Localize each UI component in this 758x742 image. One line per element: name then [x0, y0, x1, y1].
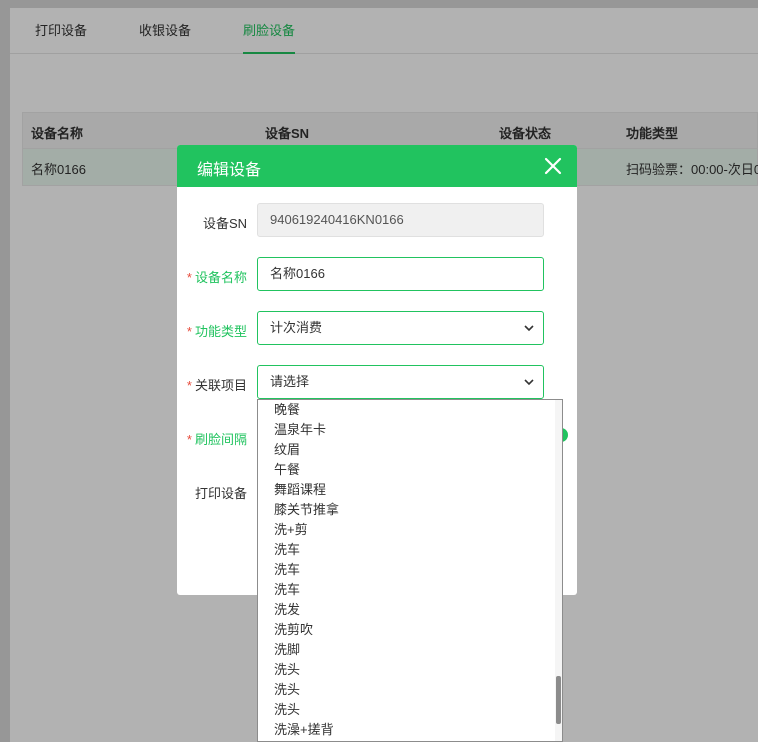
dropdown-option[interactable]: 洗+剪	[258, 520, 556, 540]
chevron-down-icon	[524, 379, 534, 386]
dropdown-option[interactable]: 午餐	[258, 460, 556, 480]
device-name-input[interactable]: 名称0166	[257, 257, 544, 291]
project-row: * 关联项目 请选择	[177, 365, 577, 401]
dropdown-option[interactable]: 洗头	[258, 660, 556, 680]
dialog-title: 编辑设备	[197, 162, 262, 179]
dropdown-option[interactable]: 洗车	[258, 540, 556, 560]
function-type-select[interactable]: 计次消费	[257, 311, 544, 345]
project-dropdown-list: 晚餐 温泉年卡 纹眉 午餐 舞蹈课程 膝关节推拿 洗+剪 洗车 洗车 洗车 洗发 洗剪吹 洗脚 洗头 洗头洗…	[257, 399, 563, 742]
func-label-wrap: * 功能类型	[187, 321, 247, 340]
required-mark: *	[186, 378, 192, 393]
function-type-value: 计次消费	[270, 320, 323, 335]
chevron-down-icon	[524, 325, 534, 332]
project-value: 请选择	[270, 374, 310, 389]
dropdown-options: 晚餐 温泉年卡 纹眉 午餐 舞蹈课程 膝关节推拿 洗+剪 洗车 洗车 洗车 洗发 洗剪吹 洗脚 洗头 洗头洗…	[258, 400, 556, 740]
dropdown-option[interactable]: 洗车	[258, 580, 556, 600]
sn-row: 设备SN 940619240416KN0166	[177, 203, 577, 239]
dropdown-option[interactable]: 膝关节推拿	[258, 500, 556, 520]
dropdown-option[interactable]: 洗脚	[258, 640, 556, 660]
interval-label-wrap: * 刷脸间隔	[187, 429, 247, 448]
sn-label: 设备SN	[202, 216, 247, 231]
function-type-label: 功能类型	[194, 324, 247, 339]
required-mark: *	[186, 432, 192, 447]
interval-label: 刷脸间隔	[194, 432, 247, 447]
project-select[interactable]: 请选择	[257, 365, 544, 399]
dropdown-option[interactable]: 洗车	[258, 560, 556, 580]
printer-label: 打印设备	[194, 486, 247, 501]
dropdown-option[interactable]: 晚餐	[258, 400, 556, 420]
dropdown-option[interactable]: 洗头	[258, 680, 556, 700]
required-mark: *	[186, 324, 192, 339]
name-label: 设备名称	[194, 270, 247, 285]
name-row: * 设备名称 名称0166	[177, 257, 577, 293]
dialog-header: 编辑设备	[177, 145, 577, 187]
project-label: 关联项目	[194, 378, 247, 393]
dropdown-option[interactable]: 温泉年卡	[258, 420, 556, 440]
name-label-wrap: * 设备名称	[187, 267, 247, 286]
function-type-row: * 功能类型 计次消费	[177, 311, 577, 347]
dropdown-option[interactable]: 洗澡+搓背	[258, 720, 556, 740]
required-mark: *	[186, 270, 192, 285]
dropdown-scrollbar[interactable]	[555, 400, 562, 741]
dropdown-option[interactable]: 洗发	[258, 600, 556, 620]
dropdown-option[interactable]: 舞蹈课程	[258, 480, 556, 500]
scrollbar-thumb[interactable]	[556, 676, 561, 724]
dropdown-option[interactable]: 洗剪吹	[258, 620, 556, 640]
dropdown-option[interactable]: 纹眉	[258, 440, 556, 460]
sn-field: 940619240416KN0166	[257, 203, 544, 237]
project-label-wrap: * 关联项目	[187, 375, 247, 394]
close-icon[interactable]	[541, 154, 565, 178]
dropdown-option[interactable]: 洗头	[258, 700, 556, 720]
